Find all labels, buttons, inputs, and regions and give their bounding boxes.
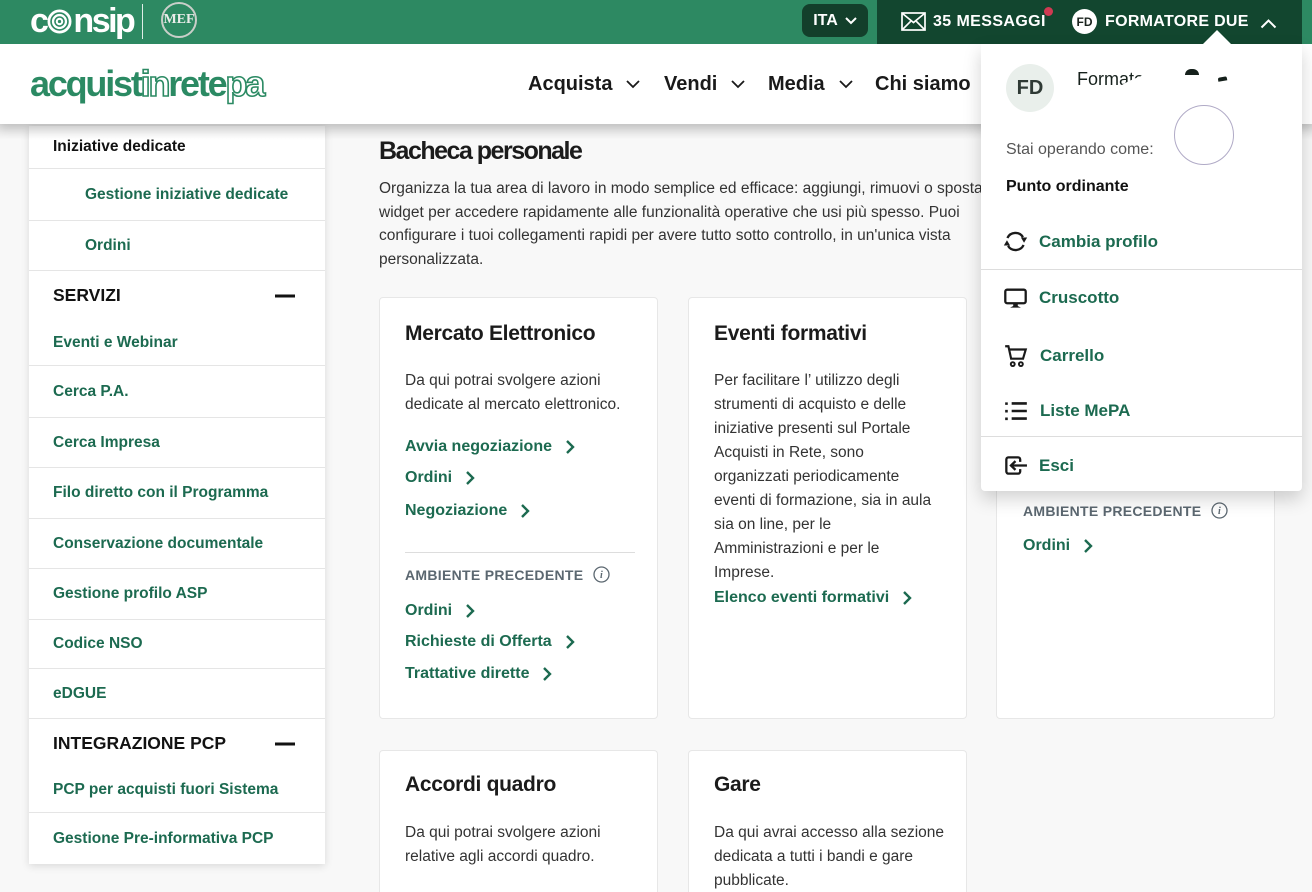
svg-text:i: i — [600, 570, 603, 581]
svg-text:i: i — [1218, 506, 1221, 517]
